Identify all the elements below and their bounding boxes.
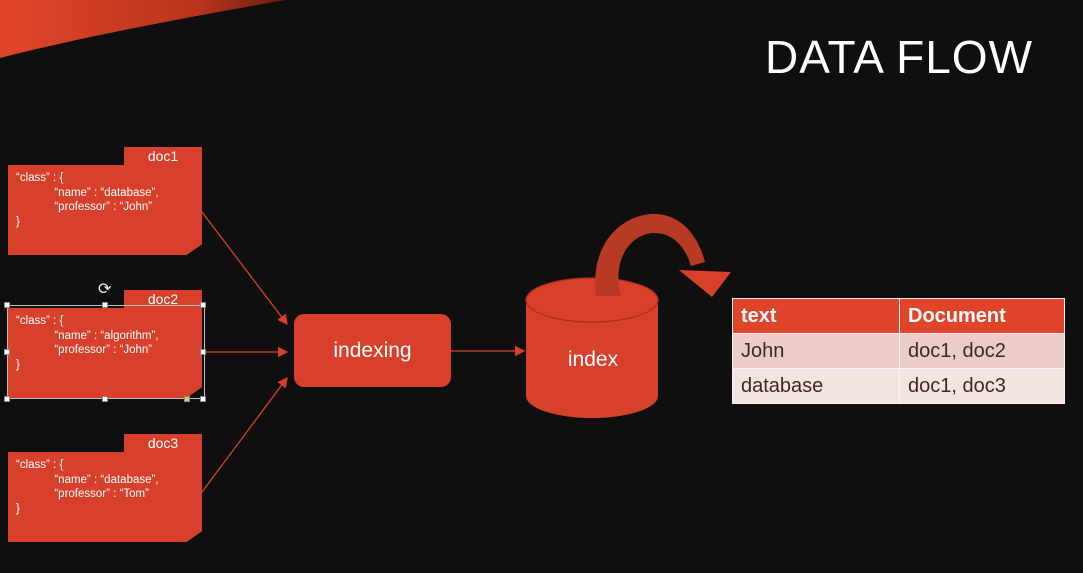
arrow-doc3-to-indexing	[201, 376, 288, 493]
resize-handle[interactable]	[200, 302, 206, 308]
indexing-label: indexing	[333, 338, 412, 362]
curved-arrow	[595, 213, 731, 297]
adjust-handle[interactable]	[184, 396, 190, 402]
doc3-line: “class” : {	[16, 459, 64, 471]
doc1-line: “class” : {	[16, 172, 64, 184]
resize-handle[interactable]	[102, 302, 108, 308]
table-row: database doc1, doc3	[732, 368, 1065, 404]
doc3-line: }	[16, 502, 20, 515]
doc3-line: “professor” : “Tom”	[16, 488, 149, 500]
doc1-line: “name” : “database”,	[16, 186, 159, 199]
resize-handle[interactable]	[200, 349, 206, 355]
arrow-doc1-to-indexing	[201, 211, 288, 326]
doc1-line: “professor” : “John”	[16, 201, 153, 213]
resize-handle[interactable]	[4, 396, 10, 402]
doc1-tab: doc1	[124, 147, 202, 165]
table-cell: doc1, doc3	[899, 368, 1065, 404]
table-header-row: text Document	[732, 298, 1065, 334]
doc3-line: “name” : “database”,	[16, 473, 159, 486]
doc3-card[interactable]: “class” : { “name” : “database”, “profes…	[8, 452, 202, 542]
table-cell: doc1, doc2	[899, 333, 1065, 369]
slide: DATA FLOW doc1 “class” : { “name” : “dat…	[0, 0, 1083, 573]
table-cell: John	[732, 333, 900, 369]
doc1-line: }	[16, 215, 20, 228]
resize-handle[interactable]	[4, 302, 10, 308]
table-row: John doc1, doc2	[732, 333, 1065, 369]
doc3-tab: doc3	[124, 434, 202, 452]
index-label: index	[567, 348, 619, 371]
column-header-text: text	[732, 298, 900, 334]
resize-handle[interactable]	[200, 396, 206, 402]
column-header-document: Document	[899, 298, 1065, 334]
indexing-box[interactable]: indexing	[294, 314, 451, 387]
selection-frame	[7, 305, 205, 399]
rotate-handle-icon[interactable]: ⟳	[98, 282, 111, 298]
table-cell: database	[732, 368, 900, 404]
resize-handle[interactable]	[102, 396, 108, 402]
resize-handle[interactable]	[4, 349, 10, 355]
doc1-card[interactable]: “class” : { “name” : “database”, “profes…	[8, 165, 202, 255]
inverted-index-table[interactable]: text Document John doc1, doc2 database d…	[732, 298, 1065, 404]
